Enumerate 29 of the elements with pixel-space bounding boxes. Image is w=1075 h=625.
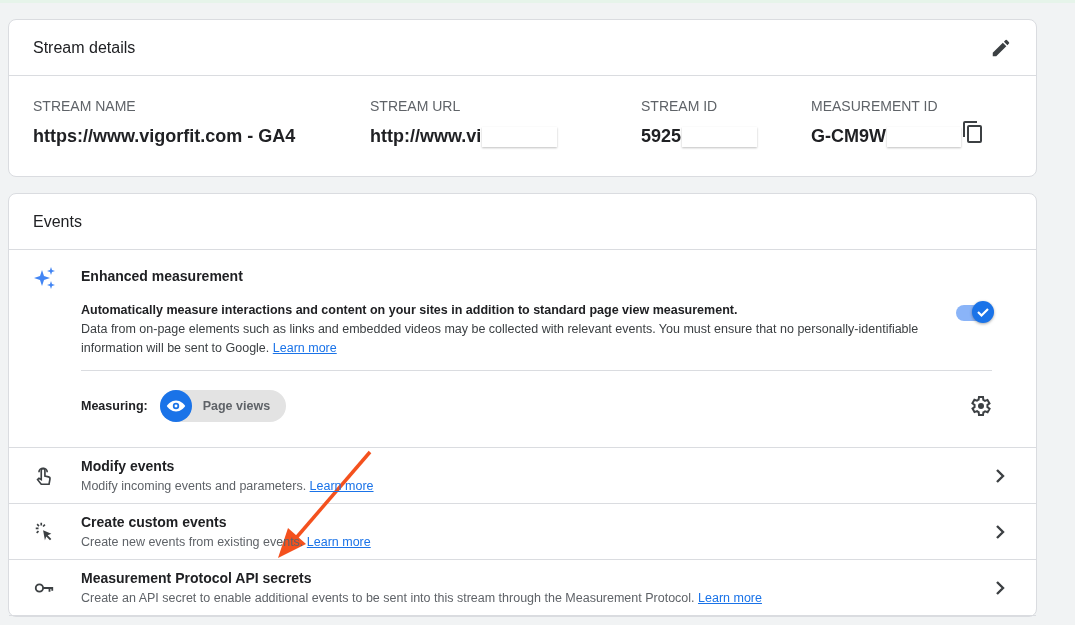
feature-title: Enhanced measurement — [81, 267, 244, 286]
event-row[interactable]: Modify events Modify incoming events and parameters. Learn more — [9, 448, 1036, 505]
learn-more-link[interactable]: Learn more — [698, 590, 762, 605]
field-value: G-CM9W — [811, 125, 886, 148]
measurement-chip: Page views — [159, 390, 287, 423]
learn-more-link[interactable]: Learn more — [306, 534, 371, 549]
field-label: STREAM NAME — [33, 97, 137, 116]
field-value: 5925 — [641, 125, 682, 148]
row-description: Create an API secret to enable additional events to be sent into this stream through the Measurement Protocol. Learn more — [81, 589, 763, 607]
row-title: Measurement Protocol API secrets — [81, 568, 313, 588]
sparkle-icon — [33, 266, 57, 290]
field-label: STREAM URL — [370, 97, 462, 116]
learn-more-link[interactable]: Learn more — [272, 340, 337, 355]
settings-icon[interactable] — [968, 394, 992, 419]
card-title: Stream details — [33, 37, 136, 58]
description-text: Data from on-page elements such as links and embedded videos may be collected with relevant events. You must ensure that no personally-identifiable information will be sent to Google. Learn more — [81, 320, 920, 357]
field-label: STREAM ID — [641, 97, 719, 116]
row-title: Create custom events — [81, 512, 228, 532]
field-value: http://www.vi — [370, 125, 482, 148]
measuring-label: Measuring: — [81, 397, 148, 415]
event-row[interactable]: Measurement Protocol API secrets Create an API secret to enable additional events to be sent into this stream through the Measurement Protocol. Learn more — [9, 560, 1036, 617]
field-label: MEASUREMENT ID — [811, 97, 939, 116]
summary-text: Automatically measure interactions and content on your sites in addition to standard page view measurement. — [81, 302, 739, 319]
copy-icon[interactable] — [961, 120, 985, 144]
learn-more-link[interactable]: Learn more — [309, 478, 374, 493]
field-value: https://www.vigorfit.com - GA4 — [33, 125, 296, 148]
section-title: Events — [33, 211, 82, 232]
row-description: Modify incoming events and parameters. Learn more — [81, 477, 375, 495]
row-title: Modify events — [81, 456, 176, 476]
